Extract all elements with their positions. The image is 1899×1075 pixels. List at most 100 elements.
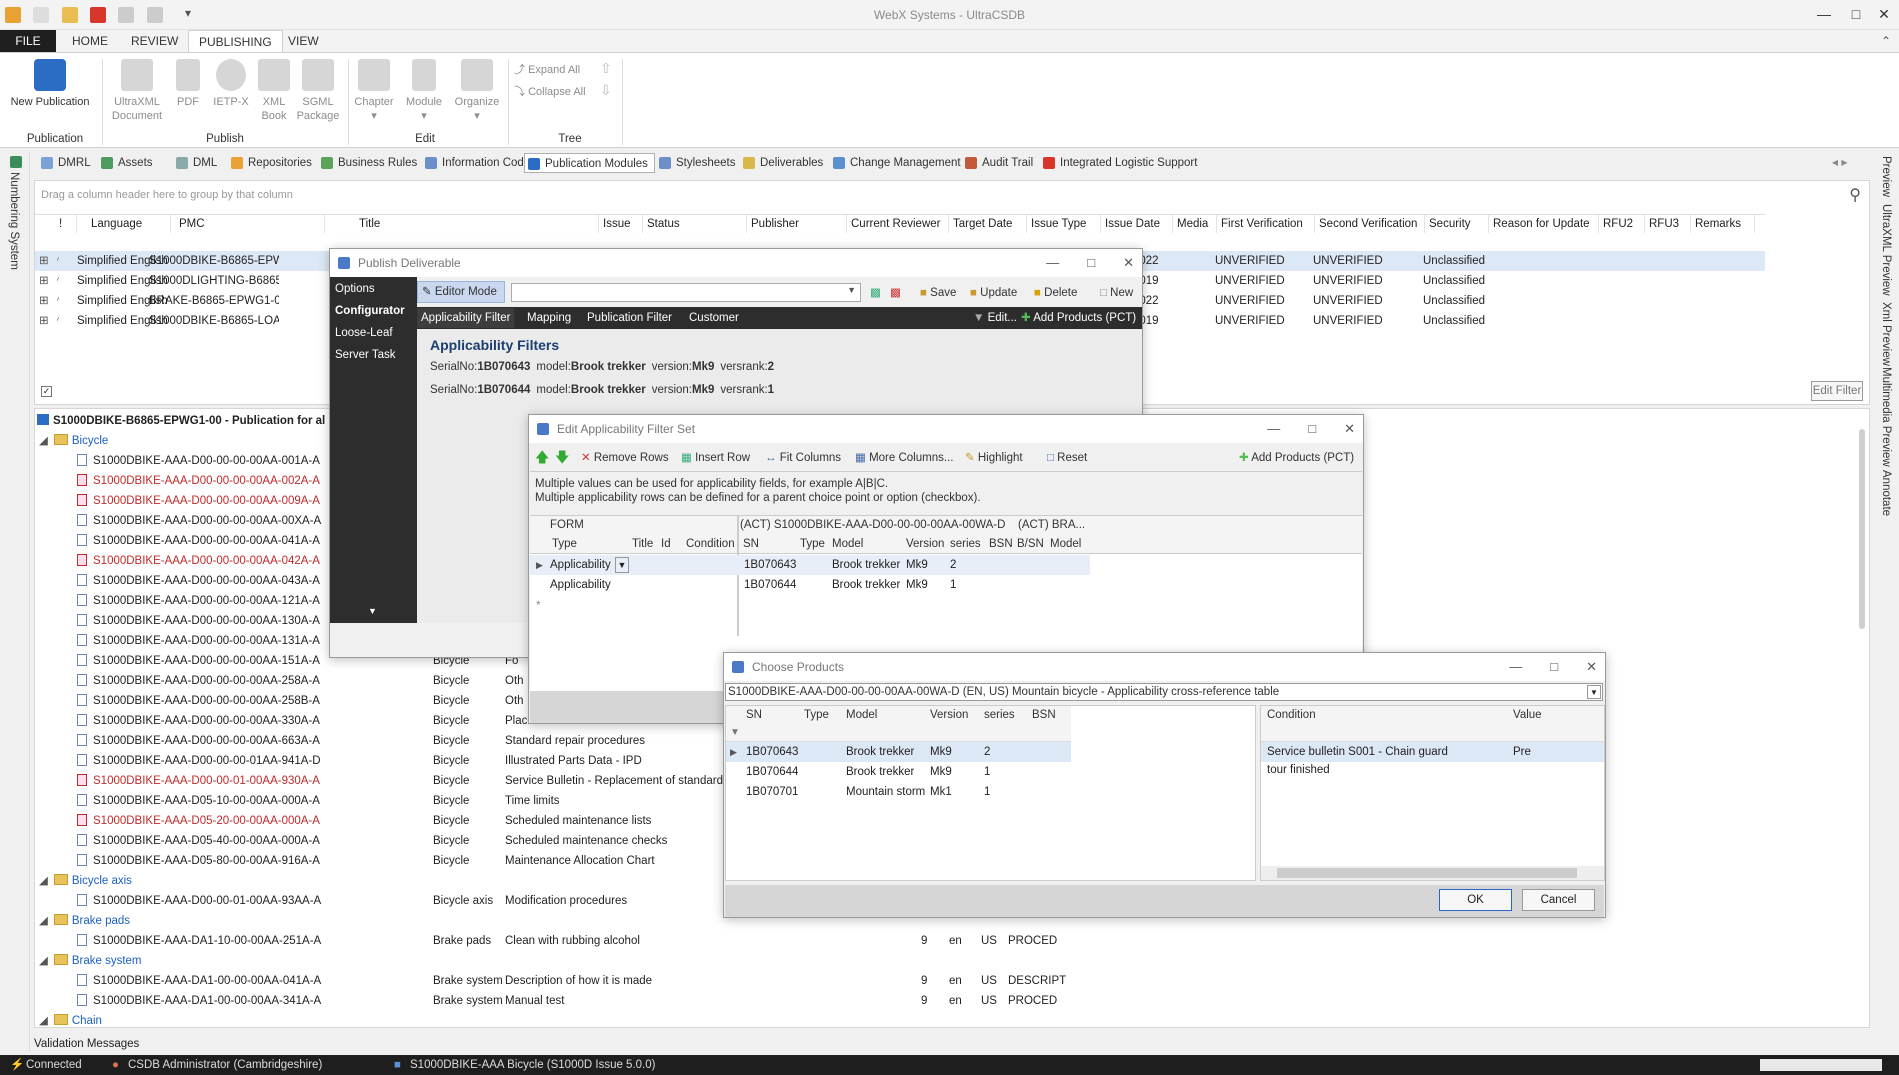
tree-folder[interactable]: ◢ Bicycle	[39, 431, 108, 451]
act-col-bsn[interactable]: BSN	[989, 535, 1013, 554]
expand-row-icon[interactable]: ⊞	[39, 271, 49, 291]
close-button[interactable]: ✕	[1870, 6, 1898, 24]
table-row[interactable]: 1B070644 Brook trekker Mk9 1	[726, 762, 1071, 782]
edit-maximize-button[interactable]: □	[1308, 421, 1316, 436]
prod-col-bsn[interactable]: BSN	[1032, 706, 1056, 724]
move-up-green-icon[interactable]: 🡅	[535, 447, 549, 467]
prod-col-version[interactable]: Version	[930, 706, 968, 724]
preview-tab[interactable]: Preview	[1880, 156, 1892, 197]
nav-loose-leaf[interactable]: Loose-Leaf	[335, 323, 393, 343]
conditions-hscrollbar[interactable]	[1261, 866, 1604, 880]
tree-scrollbar[interactable]	[1859, 429, 1865, 629]
cancel-button[interactable]: Cancel	[1522, 889, 1595, 911]
tab-mapping[interactable]: Mapping	[527, 308, 571, 328]
maximize-button[interactable]: □	[1842, 6, 1870, 24]
col-issue-type[interactable]: Issue Type	[1027, 215, 1101, 233]
tab-business-rules[interactable]: Business Rules	[318, 153, 417, 173]
tab-change-management[interactable]: Change Management	[830, 153, 961, 173]
tree-document[interactable]: S1000DBIKE-AAA-DA1-10-00-00AA-251A-A Brak…	[77, 931, 1827, 951]
tab-dmrl[interactable]: DMRL	[38, 153, 91, 173]
remove-rows-button[interactable]: ✕ Remove Rows	[581, 448, 669, 468]
collapse-arrow-icon[interactable]: ◢	[39, 875, 48, 887]
edit-filter-link[interactable]: ▼ Edit...	[973, 308, 1017, 328]
move-down-icon[interactable]: ⇩	[600, 83, 612, 97]
validation-messages-tab[interactable]: Validation Messages	[34, 1035, 1870, 1053]
product-source-combo[interactable]: S1000DBIKE-AAA-D00-00-00-00AA-00WA-D (EN…	[725, 683, 1603, 701]
xml-book-button[interactable]: XML Book	[256, 59, 292, 123]
tab-deliverables[interactable]: Deliverables	[740, 153, 823, 173]
new-publication-button[interactable]: New Publication	[10, 59, 90, 109]
ultraxml-document-button[interactable]: UltraXML Document	[108, 59, 166, 123]
numbering-system-tab[interactable]: Numbering System	[8, 172, 20, 270]
publish-minimize-button[interactable]: —	[1046, 255, 1059, 270]
save-button[interactable]: ■ Save	[920, 283, 956, 303]
cond-col-condition[interactable]: Condition	[1267, 706, 1316, 724]
col-security[interactable]: Security	[1425, 215, 1489, 233]
editor-mode-combo[interactable]: ▼	[511, 283, 861, 302]
ok-button[interactable]: OK	[1439, 889, 1512, 911]
tabs-scroll-icon[interactable]: ◂ ▸	[1832, 155, 1847, 169]
col-rfu3[interactable]: RFU3	[1645, 215, 1691, 233]
form-col-id[interactable]: Id	[661, 535, 671, 554]
tab-stylesheets[interactable]: Stylesheets	[656, 153, 735, 173]
cond-col-value[interactable]: Value	[1513, 706, 1542, 724]
collapse-all-button[interactable]: ⤵ Collapse All	[514, 85, 586, 99]
collapse-arrow-icon[interactable]: ◢	[39, 915, 48, 927]
table-row[interactable]: 1B070701 Mountain storm Mk1 1	[726, 782, 1071, 802]
table-row[interactable]: Service bulletin S001 - Chain guard Pre	[1261, 742, 1604, 762]
tab-information-codes[interactable]: Information Codes	[422, 153, 536, 173]
act-col-model[interactable]: Model	[832, 535, 863, 554]
add-products-button[interactable]: ✚ Add Products (PCT)	[1021, 308, 1136, 328]
tree-root[interactable]: S1000DBIKE-B6865-EPWG1-00 - Publication …	[37, 411, 325, 431]
module-button[interactable]: Module ▾	[402, 59, 446, 123]
expand-all-button[interactable]: ⤴ Expand All	[514, 63, 580, 77]
tab-applicability-filter[interactable]: Applicability Filter	[417, 308, 515, 328]
edit-add-products-button[interactable]: ✚ Add Products (PCT)	[1239, 448, 1354, 468]
col-title[interactable]: Title	[355, 215, 599, 233]
form-col-title[interactable]: Title	[632, 535, 653, 554]
tab-publication-filter[interactable]: Publication Filter	[587, 308, 672, 328]
tree-folder[interactable]: ◢ Brake system	[39, 951, 142, 971]
pdf-button[interactable]: PDF	[170, 59, 206, 109]
col-status[interactable]: Status	[643, 215, 747, 233]
collapse-arrow-icon[interactable]: ◢	[39, 955, 48, 967]
combo-dropdown-icon[interactable]: ▼	[1587, 685, 1601, 699]
select-all-checkbox[interactable]: ✓	[41, 386, 52, 397]
col-second-verification[interactable]: Second Verification	[1315, 215, 1425, 233]
col-current-reviewer[interactable]: Current Reviewer	[847, 215, 949, 233]
col-pmc[interactable]: PMC	[175, 215, 325, 233]
col-reason-for-update[interactable]: Reason for Update	[1489, 215, 1599, 233]
publish-close-button[interactable]: ✕	[1123, 255, 1134, 270]
table-row[interactable]: ▶ 1B070643 Brook trekker Mk9 2	[726, 742, 1071, 762]
table-row[interactable]: ▶ Applicability ▼ 1B070643 Brook trekker Mk9 2	[530, 555, 1090, 575]
tree-folder[interactable]: ◢ Brake pads	[39, 911, 130, 931]
choose-maximize-button[interactable]: □	[1550, 659, 1558, 674]
nav-options[interactable]: Options	[335, 279, 375, 299]
ultraxml-preview-tab[interactable]: UltraXML Preview	[1880, 204, 1892, 296]
prod-col-model[interactable]: Model	[846, 706, 877, 724]
sgml-package-button[interactable]: SGML Package	[294, 59, 342, 123]
tab-audit-trail[interactable]: Audit Trail	[962, 153, 1033, 173]
tab-customer[interactable]: Customer	[689, 308, 739, 328]
act-col-sn[interactable]: SN	[743, 535, 759, 554]
more-columns-button[interactable]: ▦ More Columns...	[855, 448, 953, 468]
act-col-type[interactable]: Type	[800, 535, 825, 554]
nav-more-icon[interactable]: ▼	[368, 601, 377, 621]
act-col-version[interactable]: Version	[906, 535, 944, 554]
table-row[interactable]: tour finished	[1261, 760, 1604, 780]
choose-close-button[interactable]: ✕	[1586, 659, 1597, 674]
tree-document[interactable]: S1000DBIKE-AAA-DA1-00-00-00AA-341A-A Brak…	[77, 991, 1827, 1011]
prod-col-sn[interactable]: SN	[746, 706, 762, 724]
tab-assets[interactable]: Assets	[98, 153, 153, 173]
menu-home[interactable]: HOME	[62, 30, 118, 52]
col-publisher[interactable]: Publisher	[747, 215, 847, 233]
xml-preview-tab[interactable]: Xml Preview	[1880, 302, 1892, 366]
expand-row-icon[interactable]: ⊞	[39, 251, 49, 271]
collapse-arrow-icon[interactable]: ◢	[39, 435, 48, 447]
edit-minimize-button[interactable]: —	[1267, 421, 1280, 436]
reset-button[interactable]: □ Reset	[1047, 448, 1087, 468]
expand-row-icon[interactable]: ⊞	[39, 291, 49, 311]
update-button[interactable]: ■ Update	[970, 283, 1017, 303]
delete-button[interactable]: ■ Delete	[1034, 283, 1077, 303]
move-up-icon[interactable]: ⇧	[600, 61, 612, 75]
